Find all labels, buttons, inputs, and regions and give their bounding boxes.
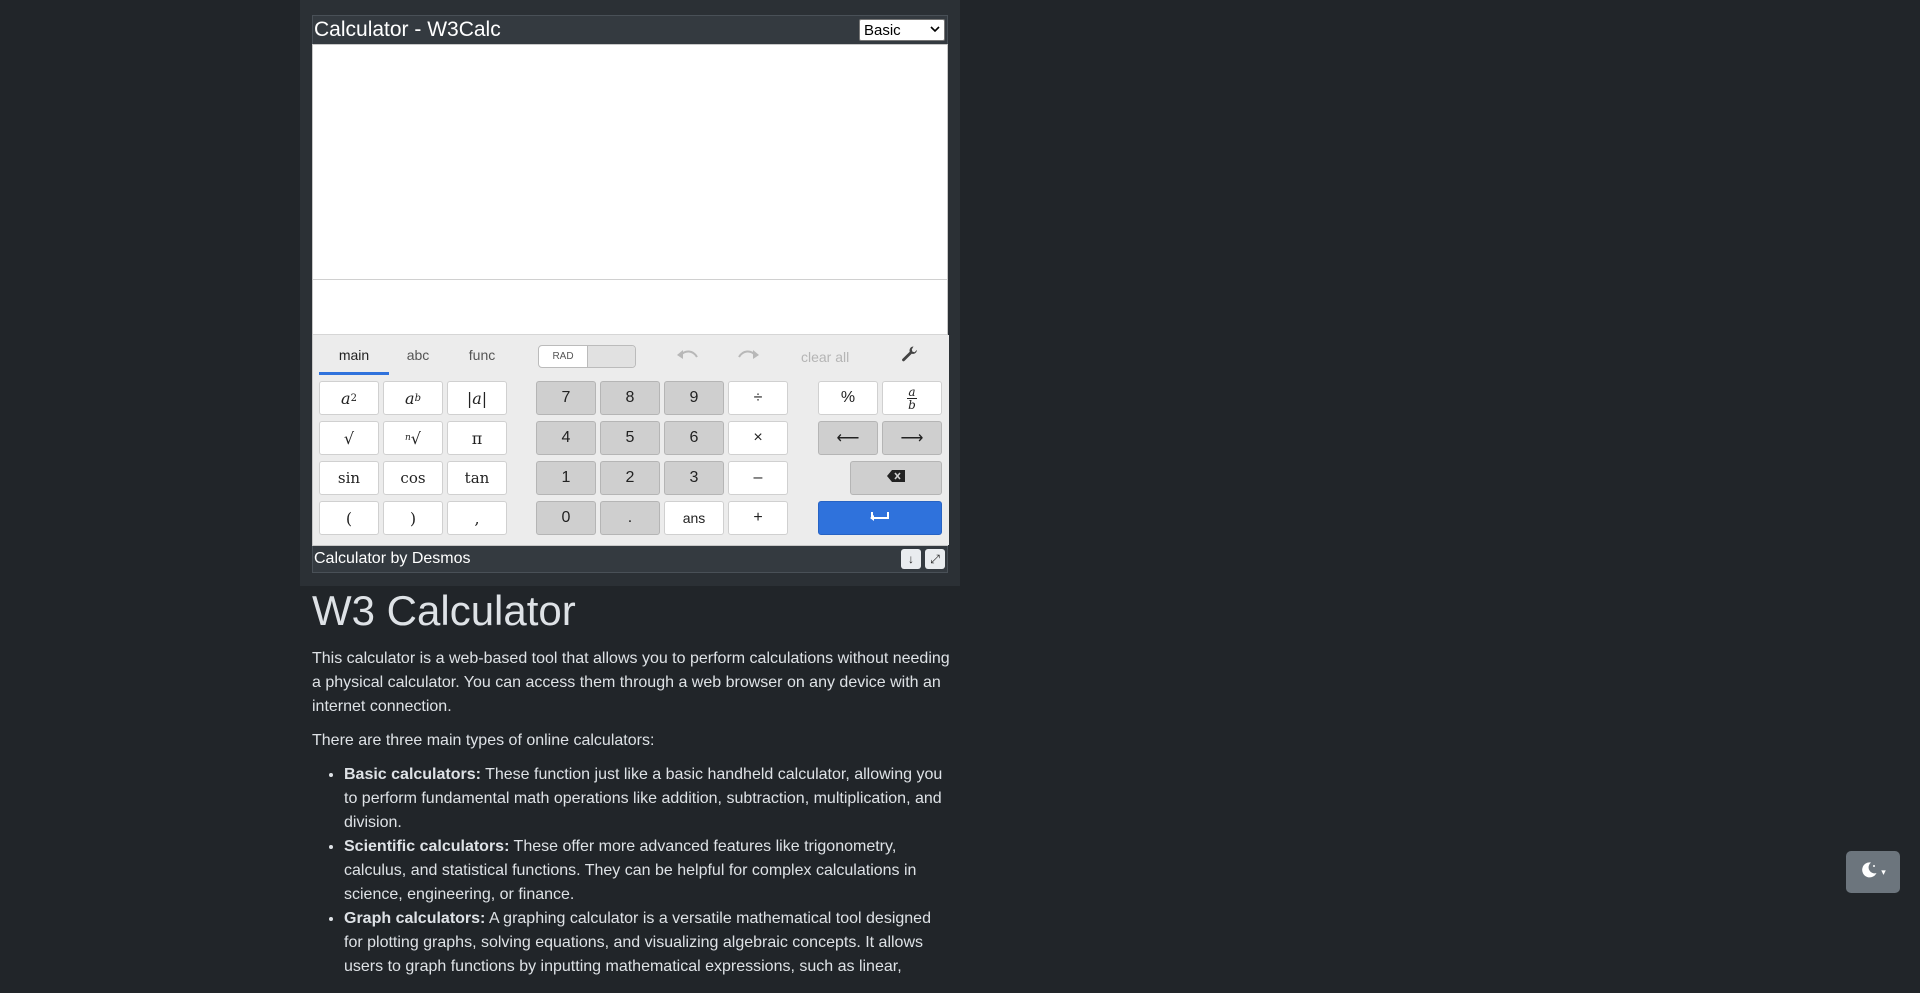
footer-credit: Calculator by Desmos: [314, 550, 471, 567]
tab-abc[interactable]: abc: [383, 347, 453, 363]
calculator-body: main abc func RAD clear all a 2 a b |a| …: [312, 44, 949, 546]
page-title: W3 Calculator: [312, 587, 576, 634]
multiply-key[interactable]: ×: [728, 421, 788, 455]
list-item-term: Graph calculators:: [344, 910, 486, 927]
left-paren-key[interactable]: (: [319, 501, 379, 535]
expand-button[interactable]: ⤢: [925, 549, 945, 569]
rad-label: RAD: [552, 351, 574, 362]
list-item: Graph calculators: A graphing calculator…: [344, 907, 952, 979]
calculator-footer: Calculator by Desmos ↓ ⤢: [312, 546, 948, 573]
moon-icon: [1860, 861, 1878, 884]
digit-7-key[interactable]: 7: [536, 381, 596, 415]
active-tab-indicator: [319, 372, 389, 375]
digit-8-key[interactable]: 8: [600, 381, 660, 415]
expression-list[interactable]: [313, 45, 947, 280]
power-key[interactable]: ab: [383, 381, 443, 415]
wrench-icon[interactable]: [901, 345, 919, 368]
digit-2-key[interactable]: 2: [600, 461, 660, 495]
digit-3-key[interactable]: 3: [664, 461, 724, 495]
digit-0-key[interactable]: 0: [536, 501, 596, 535]
fraction-key[interactable]: a b: [882, 381, 942, 415]
nth-root-key[interactable]: n √: [383, 421, 443, 455]
intro-paragraph: This calculator is a web-based tool that…: [312, 650, 950, 715]
list-item: Basic calculators: These function just l…: [344, 763, 952, 835]
fraction-denominator: b: [908, 397, 916, 412]
decimal-key[interactable]: .: [600, 501, 660, 535]
list-item: Scientific calculators: These offer more…: [344, 835, 952, 907]
tab-func[interactable]: func: [447, 347, 517, 363]
right-paren-key[interactable]: ): [383, 501, 443, 535]
article: W3 Calculator This calculator is a web-b…: [312, 585, 952, 979]
divide-key[interactable]: ÷: [728, 381, 788, 415]
percent-key[interactable]: %: [818, 381, 878, 415]
caret-down-icon: ▾: [1881, 866, 1886, 877]
calculator-title: Calculator - W3Calc: [314, 18, 501, 41]
calculator-column: Calculator - W3Calc Basic main abc func …: [300, 0, 960, 586]
types-intro: There are three main types of online cal…: [312, 732, 655, 749]
mode-select-value: Basic: [864, 21, 901, 39]
pi-key[interactable]: π: [447, 421, 507, 455]
backspace-key[interactable]: [850, 461, 942, 495]
sqrt-key[interactable]: √: [319, 421, 379, 455]
calculator-header: Calculator - W3Calc Basic: [312, 15, 948, 44]
theme-toggle-button[interactable]: ▾: [1846, 851, 1900, 893]
tab-main[interactable]: main: [319, 347, 389, 363]
power-key-exponent: b: [414, 392, 421, 404]
nth-root-symbol: √: [410, 428, 421, 448]
digit-4-key[interactable]: 4: [536, 421, 596, 455]
keypad: main abc func RAD clear all a 2 a b |a| …: [313, 335, 949, 545]
chevron-down-icon: [930, 24, 940, 36]
download-button[interactable]: ↓: [901, 549, 921, 569]
expression-input[interactable]: [313, 280, 947, 335]
comma-key[interactable]: ,: [447, 501, 507, 535]
keypad-tabs: main abc func RAD clear all: [313, 335, 949, 377]
digit-1-key[interactable]: 1: [536, 461, 596, 495]
cursor-left-key[interactable]: ⟵: [818, 421, 878, 455]
backspace-icon: [887, 469, 905, 487]
digit-9-key[interactable]: 9: [664, 381, 724, 415]
power-key-base: a: [405, 388, 415, 408]
square-key-base: a: [341, 388, 351, 408]
ans-key[interactable]: ans: [664, 501, 724, 535]
cos-key[interactable]: cos: [383, 461, 443, 495]
sin-key[interactable]: sin: [319, 461, 379, 495]
plus-key[interactable]: +: [728, 501, 788, 535]
enter-key[interactable]: [818, 501, 942, 535]
list-item-term: Scientific calculators:: [344, 838, 510, 855]
calculator-widget: Calculator - W3Calc Basic main abc func …: [312, 15, 949, 573]
deg-slot[interactable]: [587, 346, 635, 367]
calculator-types-list: Basic calculators: These function just l…: [312, 763, 952, 979]
abs-key[interactable]: |a|: [447, 381, 507, 415]
clear-all-button[interactable]: clear all: [801, 349, 849, 365]
enter-icon: [870, 509, 890, 527]
rad-deg-toggle[interactable]: RAD: [538, 345, 636, 368]
fraction-numerator: a: [908, 384, 916, 399]
tan-key[interactable]: tan: [447, 461, 507, 495]
mode-select[interactable]: Basic: [859, 19, 945, 41]
redo-icon[interactable]: [737, 347, 761, 368]
digit-6-key[interactable]: 6: [664, 421, 724, 455]
square-key[interactable]: a2: [319, 381, 379, 415]
list-item-term: Basic calculators:: [344, 766, 481, 783]
cursor-right-key[interactable]: ⟶: [882, 421, 942, 455]
undo-icon[interactable]: [675, 347, 699, 368]
footer-buttons: ↓ ⤢: [901, 549, 945, 569]
minus-key[interactable]: –: [728, 461, 788, 495]
digit-5-key[interactable]: 5: [600, 421, 660, 455]
square-key-exponent: 2: [350, 392, 357, 404]
